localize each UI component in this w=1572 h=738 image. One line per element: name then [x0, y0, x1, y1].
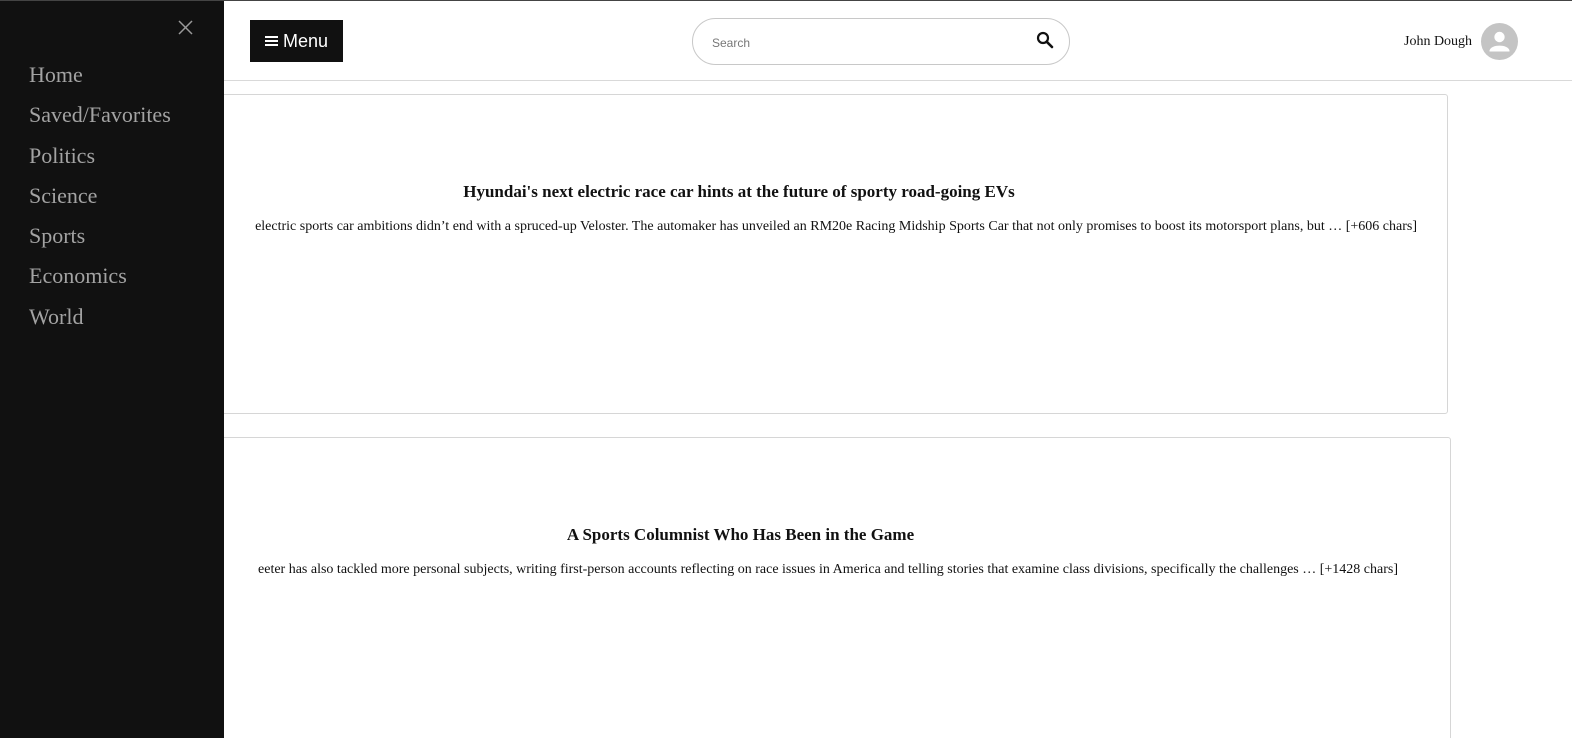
article-title[interactable]: Hyundai's next electric race car hints a… — [31, 182, 1447, 202]
user-name: John Dough — [1404, 33, 1473, 49]
article-title[interactable]: A Sports Columnist Who Has Been in the G… — [31, 525, 1450, 545]
hamburger-icon — [264, 35, 278, 47]
sidebar-nav: Home Saved/Favorites Politics Science Sp… — [0, 1, 224, 738]
user-menu[interactable]: John Dough — [1404, 23, 1519, 60]
top-header: Menu John Dough — [0, 1, 1572, 81]
search-bar — [692, 18, 1070, 65]
article-description: eeter has also tackled more personal sub… — [258, 562, 1398, 577]
sidebar-menu: Home Saved/Favorites Politics Science Sp… — [29, 59, 171, 341]
menu-button[interactable]: Menu — [250, 20, 343, 62]
sidebar-item-home[interactable]: Home — [29, 59, 171, 99]
sidebar-item-sports[interactable]: Sports — [29, 220, 171, 260]
article-card[interactable]: Hyundai's next electric race car hints a… — [30, 94, 1448, 414]
search-input[interactable] — [710, 31, 1014, 55]
user-avatar-icon[interactable] — [1481, 23, 1519, 60]
page: Menu John Dough Hyundai's next electric … — [0, 0, 1572, 738]
close-icon[interactable] — [177, 19, 194, 36]
sidebar-item-science[interactable]: Science — [29, 180, 171, 220]
sidebar-item-saved-favorites[interactable]: Saved/Favorites — [29, 99, 171, 139]
article-description: electric sports car ambitions didn’t end… — [255, 219, 1417, 234]
search-icon[interactable] — [1036, 31, 1054, 49]
article-card[interactable]: A Sports Columnist Who Has Been in the G… — [30, 437, 1451, 738]
sidebar-item-world[interactable]: World — [29, 301, 171, 341]
menu-button-label: Menu — [282, 30, 329, 51]
sidebar-item-economics[interactable]: Economics — [29, 260, 171, 300]
sidebar-item-politics[interactable]: Politics — [29, 140, 171, 180]
